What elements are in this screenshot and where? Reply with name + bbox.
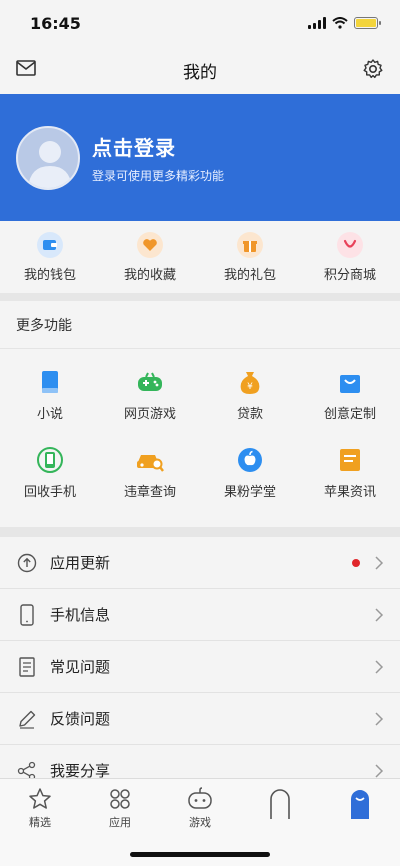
settings-gear-icon[interactable] — [362, 58, 384, 84]
feature-apple-school[interactable]: 果粉学堂 — [200, 441, 300, 519]
update-arrow-icon — [16, 552, 38, 574]
feature-label: 小说 — [36, 407, 63, 422]
apps-icon — [110, 789, 130, 809]
chevron-right-icon — [375, 659, 384, 674]
wallet-icon — [37, 231, 63, 258]
pencil-icon — [16, 708, 38, 730]
game-icon — [188, 787, 212, 809]
quick-item-points-mall[interactable]: 积分商城 — [300, 231, 400, 283]
quick-label: 我的收藏 — [123, 267, 176, 283]
feature-apple-news[interactable]: 苹果资讯 — [300, 441, 400, 519]
feature-novel[interactable]: 小说 — [0, 363, 100, 441]
menu-label: 反馈问题 — [50, 710, 111, 728]
menu-label: 手机信息 — [50, 606, 111, 624]
quick-item-favorites[interactable]: 我的收藏 — [100, 231, 200, 283]
feature-label: 创意定制 — [323, 407, 376, 422]
quick-item-wallet[interactable]: 我的钱包 — [0, 231, 100, 283]
chevron-right-icon — [375, 711, 384, 726]
feature-label: 果粉学堂 — [223, 485, 276, 500]
profile-banner[interactable]: 点击登录 登录可使用更多精彩功能 — [0, 94, 400, 221]
feature-loan[interactable]: ¥ 贷款 — [200, 363, 300, 441]
star-icon — [29, 788, 51, 809]
notification-dot — [352, 558, 360, 567]
avatar[interactable] — [16, 125, 80, 190]
quick-label: 我的钱包 — [23, 267, 76, 283]
news-icon — [335, 445, 365, 475]
battery-icon — [354, 17, 381, 29]
settings-menu: 应用更新 手机信息 常见问题 反馈问题 我要分享 — [0, 537, 400, 797]
home-indicator[interactable] — [130, 852, 270, 857]
chevron-right-icon — [375, 555, 384, 570]
feature-custom[interactable]: 创意定制 — [300, 363, 400, 441]
tab-label: 精选 — [29, 816, 51, 829]
login-text-group[interactable]: 点击登录 登录可使用更多精彩功能 — [92, 132, 224, 184]
status-icons — [308, 17, 381, 29]
menu-item-feedback[interactable]: 反馈问题 — [0, 693, 400, 745]
feature-label: 回收手机 — [23, 485, 76, 500]
page-title: 我的 — [183, 62, 217, 83]
document-icon — [16, 656, 38, 678]
gift-icon — [237, 231, 263, 258]
tab-icon — [270, 789, 290, 819]
feature-violation-query[interactable]: 违章查询 — [100, 441, 200, 519]
feature-phone-recycle[interactable]: 回收手机 — [0, 441, 100, 519]
book-icon — [35, 367, 65, 397]
login-subtitle: 登录可使用更多精彩功能 — [92, 168, 225, 183]
menu-item-faq[interactable]: 常见问题 — [0, 641, 400, 693]
status-bar: 16:45 — [0, 0, 400, 46]
quick-item-gifts[interactable]: 我的礼包 — [200, 231, 300, 283]
phone-icon — [16, 603, 38, 626]
signal-icon — [308, 17, 326, 29]
apple-icon — [235, 445, 265, 475]
login-title[interactable]: 点击登录 — [92, 132, 224, 161]
wifi-icon — [332, 17, 348, 29]
feature-label: 网页游戏 — [123, 407, 176, 422]
chevron-right-icon — [375, 607, 384, 622]
feature-label: 违章查询 — [123, 485, 176, 500]
menu-label: 常见问题 — [50, 658, 111, 676]
quick-label: 我的礼包 — [223, 267, 276, 283]
more-features: 更多功能 小说 网页游戏 ¥ 贷款 创意定制 回收手机 违章查询 果粉学堂 苹果… — [0, 301, 400, 537]
phone-recycle-icon — [35, 445, 65, 475]
mail-icon[interactable] — [16, 60, 36, 80]
feature-web-games[interactable]: 网页游戏 — [100, 363, 200, 441]
features-grid: 小说 网页游戏 ¥ 贷款 创意定制 回收手机 违章查询 果粉学堂 苹果资讯 — [0, 349, 400, 527]
more-features-title: 更多功能 — [0, 301, 400, 349]
feature-label: 贷款 — [236, 407, 263, 422]
menu-label: 应用更新 — [50, 554, 111, 572]
points-mall-icon — [337, 231, 363, 258]
tab-featured[interactable]: 精选 — [0, 779, 80, 866]
nav-bar: 我的 — [0, 46, 400, 94]
shopping-bag-icon — [335, 367, 365, 397]
quick-actions: 我的钱包 我的收藏 我的礼包 积分商城 — [0, 221, 400, 301]
car-search-icon — [135, 445, 165, 475]
gamepad-icon — [135, 367, 165, 397]
tab-icon-active — [351, 790, 369, 819]
chevron-right-icon — [375, 763, 384, 778]
tab-label: 应用 — [109, 816, 131, 829]
feature-label: 苹果资讯 — [323, 485, 376, 500]
tab-mine-active[interactable] — [320, 779, 400, 866]
menu-item-phone-info[interactable]: 手机信息 — [0, 589, 400, 641]
status-time: 16:45 — [30, 13, 81, 33]
quick-label: 积分商城 — [323, 267, 376, 283]
heart-icon — [137, 231, 163, 258]
svg-text:¥: ¥ — [247, 382, 253, 392]
menu-item-app-update[interactable]: 应用更新 — [0, 537, 400, 589]
tab-label: 游戏 — [189, 816, 211, 829]
money-bag-icon: ¥ — [235, 367, 265, 397]
